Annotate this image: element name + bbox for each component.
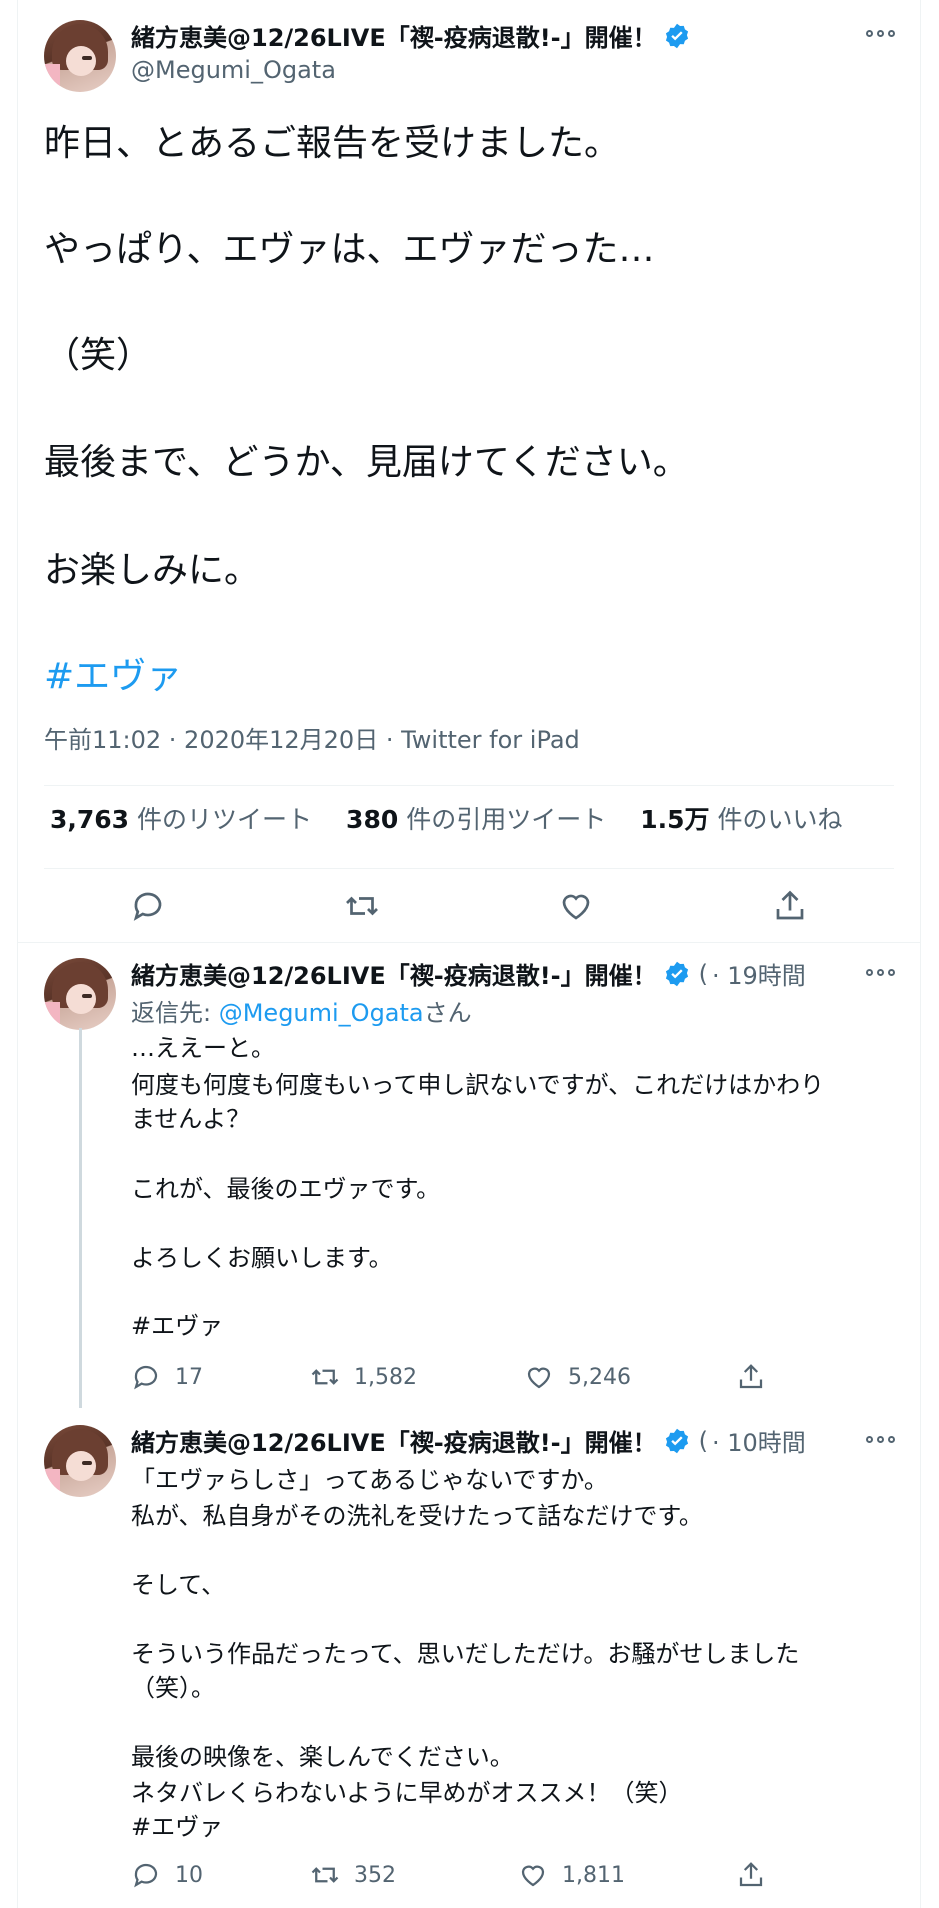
tweet-text-line: これが、最後のエヴァです。 bbox=[131, 1175, 441, 1203]
author-name[interactable]: 緒方恵美@12/26LIVE「禊-疫病退散!-」開催！ bbox=[131, 18, 657, 53]
tweet-text-line: ネタバレくらわないように早めがオススメ！（笑） bbox=[131, 1779, 683, 1807]
tweet-text-line: …ええーと。 bbox=[131, 1034, 275, 1062]
like-icon bbox=[562, 894, 590, 920]
like-icon bbox=[527, 1367, 551, 1389]
author-handle[interactable]: @Megumi_Ogata bbox=[131, 56, 336, 84]
tweet-text-line: 最後の映像を、楽しんでください。 bbox=[131, 1743, 514, 1771]
more-icon[interactable] bbox=[866, 1436, 895, 1443]
tweet-text-line: ませんよ？ bbox=[131, 1105, 251, 1133]
retweets-stat[interactable]: 3,763 件のリツイート bbox=[50, 800, 312, 836]
like-count: 5,246 bbox=[568, 1364, 631, 1390]
like-count: 1,811 bbox=[562, 1862, 625, 1888]
retweet-button[interactable]: 1,582 bbox=[310, 1362, 417, 1392]
tweet-text-line: （笑） bbox=[44, 335, 153, 376]
tweet-text-line: やっぱり、エヴァは、エヴァだった… bbox=[44, 229, 655, 270]
reply-count: 10 bbox=[175, 1862, 203, 1888]
tweet-time[interactable]: · 19時間 bbox=[712, 956, 806, 991]
retweet-icon bbox=[346, 896, 378, 916]
author-handle[interactable]: ( bbox=[699, 1427, 708, 1455]
avatar[interactable] bbox=[44, 958, 116, 1030]
verified-badge-icon bbox=[665, 23, 688, 48]
tweet-stats: 3,763 件のリツイート 380 件の引用ツイート 1.5万 件のいいね bbox=[50, 800, 842, 836]
retweet-count: 1,582 bbox=[354, 1364, 417, 1390]
author-name[interactable]: 緒方恵美@12/26LIVE「禊-疫病退散!-」開催！ bbox=[131, 1423, 657, 1458]
hashtag-link[interactable]: #エヴァ bbox=[44, 655, 182, 698]
share-button[interactable] bbox=[770, 886, 810, 926]
tweet-text-line: そういう作品だったって、思いだしただけ。お騒がせしました bbox=[131, 1640, 800, 1668]
tweet-text-line: （笑）。 bbox=[131, 1674, 215, 1702]
hashtag-link[interactable]: #エヴァ bbox=[131, 1810, 223, 1844]
reply-icon bbox=[134, 1863, 158, 1888]
share-icon bbox=[739, 1862, 763, 1887]
retweet-button[interactable] bbox=[342, 886, 382, 926]
share-icon bbox=[776, 890, 804, 920]
like-button[interactable] bbox=[556, 886, 596, 926]
tweet-text-line: 何度も何度も何度もいって申し訳ないですが、これだけはかわり bbox=[131, 1071, 825, 1099]
tweet-time[interactable]: · 10時間 bbox=[712, 1423, 806, 1458]
reply-to: 返信先: @Megumi_Ogataさん bbox=[131, 999, 472, 1027]
more-icon[interactable] bbox=[866, 30, 895, 37]
reply-icon bbox=[133, 892, 162, 921]
reply-count: 17 bbox=[175, 1364, 203, 1390]
retweet-icon bbox=[311, 1369, 339, 1385]
verified-badge-icon bbox=[665, 961, 688, 986]
tweet-text-line: 昨日、とあるご報告を受けました。 bbox=[44, 123, 621, 164]
divider bbox=[44, 785, 894, 786]
share-icon bbox=[739, 1364, 763, 1389]
author-name-row[interactable]: 緒方恵美@12/26LIVE「禊-疫病退散!-」開催！ ( · 19時間 bbox=[131, 956, 806, 991]
author-name[interactable]: 緒方恵美@12/26LIVE「禊-疫病退散!-」開催！ bbox=[131, 956, 657, 991]
share-button[interactable] bbox=[736, 1362, 766, 1392]
reply-button[interactable] bbox=[128, 886, 168, 926]
thread-connector bbox=[79, 1028, 82, 1408]
reply-button[interactable]: 10 bbox=[131, 1860, 203, 1890]
tweet-text-line: 私が、私自身がその洗礼を受けたって話なだけです。 bbox=[131, 1502, 703, 1530]
reply-button[interactable]: 17 bbox=[131, 1362, 203, 1392]
tweet-meta[interactable]: 午前11:02 · 2020年12月20日 · Twitter for iPad bbox=[44, 720, 580, 755]
author-name-row[interactable]: 緒方恵美@12/26LIVE「禊-疫病退散!-」開催！ ( · 10時間 bbox=[131, 1423, 806, 1458]
tweet-text-line: お楽しみに。 bbox=[44, 550, 261, 591]
verified-badge-icon bbox=[665, 1428, 688, 1453]
tweet-text-line: そして、 bbox=[131, 1571, 226, 1599]
author-name-row[interactable]: 緒方恵美@12/26LIVE「禊-疫病退散!-」開催！ bbox=[131, 18, 691, 53]
likes-stat[interactable]: 1.5万 件のいいね bbox=[640, 800, 842, 836]
share-button[interactable] bbox=[736, 1860, 766, 1890]
divider bbox=[17, 942, 921, 943]
timeline-frame bbox=[17, 0, 921, 1908]
hashtag-link[interactable]: #エヴァ bbox=[131, 1309, 223, 1343]
retweet-count: 352 bbox=[354, 1862, 396, 1888]
like-button[interactable]: 5,246 bbox=[524, 1362, 631, 1392]
reply-to-handle[interactable]: @Megumi_Ogata bbox=[219, 999, 424, 1027]
author-handle[interactable]: ( bbox=[699, 960, 708, 988]
tweet-text-line: 「エヴァらしさ」ってあるじゃないですか。 bbox=[131, 1466, 608, 1494]
reply-icon bbox=[134, 1365, 158, 1390]
avatar[interactable] bbox=[44, 20, 116, 92]
more-icon[interactable] bbox=[866, 969, 895, 976]
like-icon bbox=[521, 1865, 545, 1887]
retweet-icon bbox=[311, 1867, 339, 1883]
tweet-text-line: よろしくお願いします。 bbox=[131, 1244, 393, 1272]
like-button[interactable]: 1,811 bbox=[518, 1860, 625, 1890]
retweet-button[interactable]: 352 bbox=[310, 1860, 396, 1890]
quotes-stat[interactable]: 380 件の引用ツイート bbox=[346, 800, 606, 836]
divider bbox=[44, 868, 894, 869]
tweet-text-line: 最後まで、どうか、見届けてください。 bbox=[44, 442, 689, 483]
avatar[interactable] bbox=[44, 1425, 116, 1497]
